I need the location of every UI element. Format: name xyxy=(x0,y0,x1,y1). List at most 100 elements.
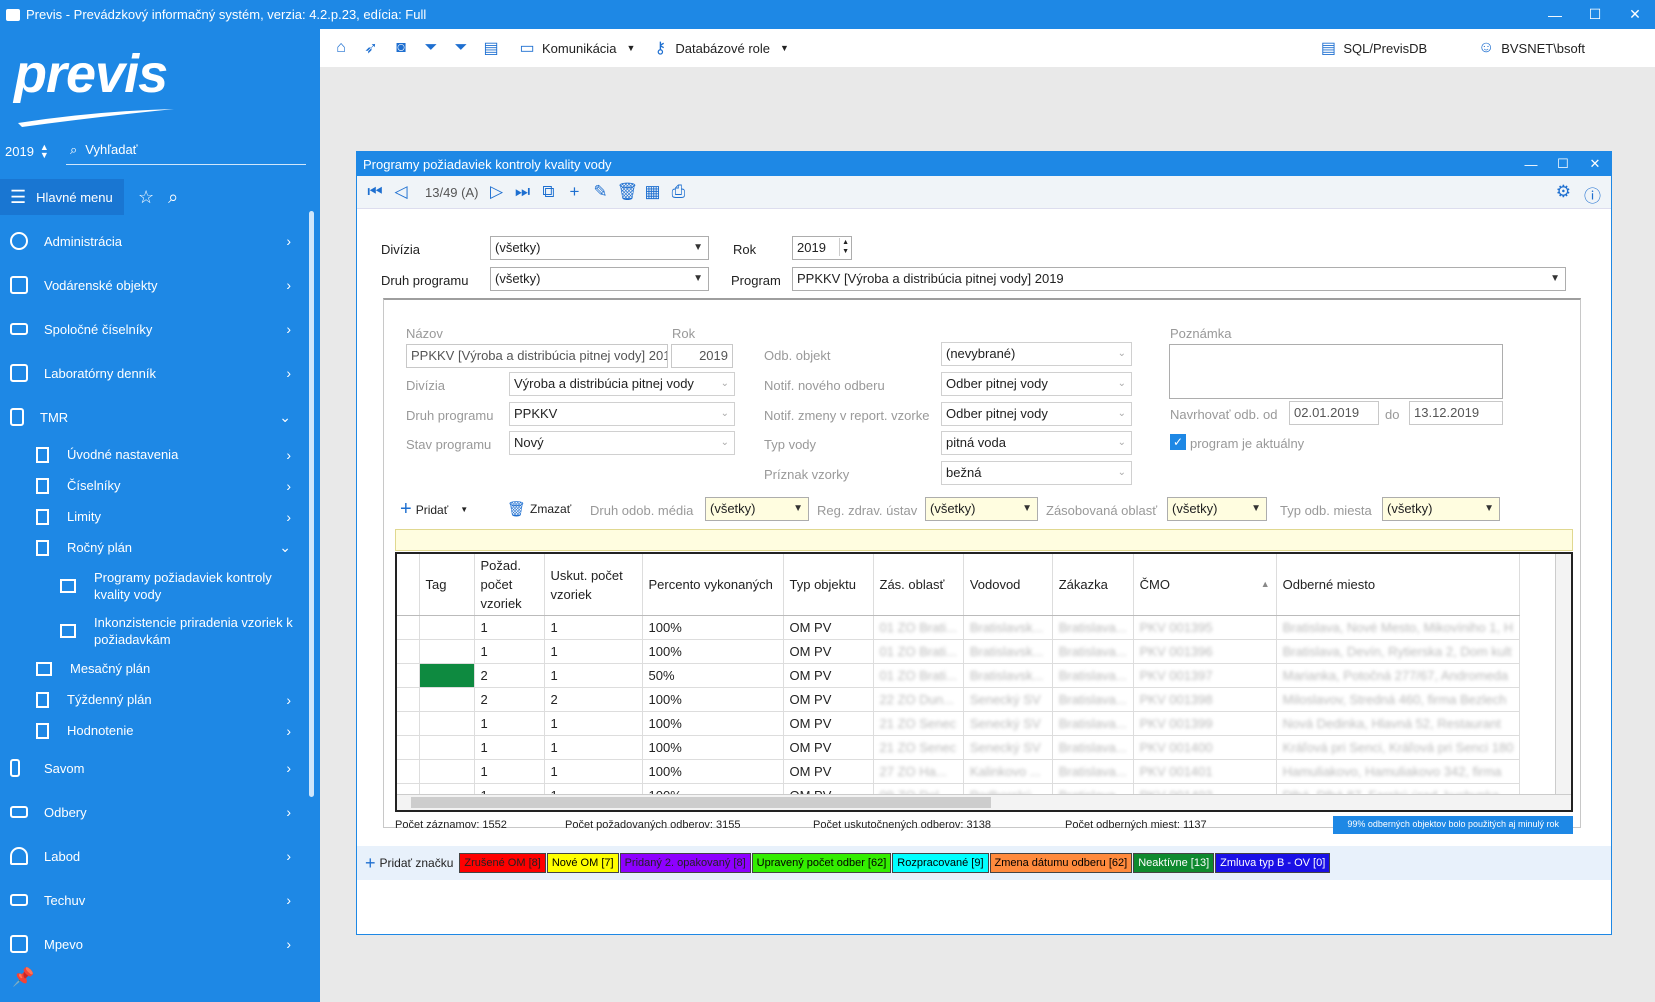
cell-tag[interactable] xyxy=(419,711,475,736)
database-name[interactable]: SQL/PrevisDB xyxy=(1343,41,1427,56)
close-button[interactable]: ✕ xyxy=(1615,0,1655,29)
cell-tag[interactable] xyxy=(419,759,475,784)
cell-cmo[interactable]: PKV 001396 xyxy=(1133,639,1277,664)
child-close-button[interactable]: ✕ xyxy=(1579,152,1611,176)
cell-cmo[interactable]: PKV 001399 xyxy=(1133,711,1277,736)
cell-zas[interactable]: 21 ZO Senec xyxy=(873,711,964,736)
favorites-star-icon[interactable]: ☆ xyxy=(138,187,154,208)
rocket-icon[interactable]: ➶ xyxy=(362,38,380,58)
sidebar-item-hodnotenie[interactable]: Hodnotenie › xyxy=(0,715,305,746)
key-icon[interactable]: ⚷ xyxy=(651,38,669,58)
cell-uskut[interactable]: 1 xyxy=(544,759,643,784)
col-header-vodovod[interactable]: Vodovod xyxy=(963,554,1053,616)
child-maximize-button[interactable]: ☐ xyxy=(1547,152,1579,176)
col-header-zakazka[interactable]: Zákazka xyxy=(1052,554,1134,616)
cell-zak[interactable]: Bratislava... xyxy=(1052,687,1134,712)
cell-zas[interactable]: 01 ZO Brati... xyxy=(873,639,964,664)
cell-uskut[interactable]: 1 xyxy=(544,711,643,736)
row-indicator[interactable] xyxy=(397,735,420,760)
cell-vod[interactable]: Senecký SV xyxy=(963,735,1053,760)
camera-icon[interactable]: ◙ xyxy=(392,39,410,57)
program-select[interactable]: PPKKV [Výroba a distribúcia pitnej vody]… xyxy=(792,267,1566,291)
chevron-down-icon[interactable]: ▼ xyxy=(780,43,789,53)
sidebar-item-mpevo[interactable]: Mpevo › xyxy=(0,922,305,966)
cell-zas[interactable]: 21 ZO Senec xyxy=(873,735,964,760)
spinner-arrows-icon[interactable]: ▲ ▼ xyxy=(839,238,849,256)
cell-tag[interactable] xyxy=(419,615,475,640)
cell-perc[interactable]: 100% xyxy=(642,639,784,664)
grid-vertical-scrollbar[interactable] xyxy=(1555,554,1571,796)
cell-om[interactable]: Kráľová pri Senci, Kráľová pri Senci 180 xyxy=(1276,735,1521,760)
tag-chip[interactable]: Zmluva typ B - OV [0] xyxy=(1215,853,1331,873)
sidebar-scrollbar[interactable] xyxy=(309,211,314,797)
table-row[interactable]: 1 1 100% OM PV 01 ZO Brati... Bratislavsk... B… xyxy=(397,615,1521,640)
cell-om[interactable]: Marianka, Potočná 277/67, Andromeda xyxy=(1276,663,1521,688)
sidebar-item-tyzdenny-plan[interactable]: Týždenný plán › xyxy=(0,684,305,715)
cell-typ[interactable]: OM PV xyxy=(783,711,874,736)
sidebar-item-administracia[interactable]: Administrácia › xyxy=(0,219,305,263)
add-tag-button[interactable]: + Pridať značku xyxy=(365,853,453,874)
sidebar-item-rocny-plan[interactable]: Ročný plán ⌄ xyxy=(0,532,305,563)
divizia-select[interactable]: (všetky) ▼ xyxy=(490,236,709,260)
sidebar-item-tmr[interactable]: TMR ⌄ xyxy=(0,395,305,439)
sidebar-item-vodarenske-objekty[interactable]: Vodárenské objekty › xyxy=(0,263,305,307)
print-icon[interactable]: ⎙ xyxy=(668,182,688,202)
cell-pozad[interactable]: 1 xyxy=(474,759,545,784)
cell-uskut[interactable]: 1 xyxy=(544,615,643,640)
table-row[interactable]: 2 2 100% OM PV 22 ZO Dun... Senecký SV Bratisl… xyxy=(397,687,1521,712)
navrhovat-od-field[interactable]: 02.01.2019 xyxy=(1289,401,1379,425)
scroll-thumb[interactable] xyxy=(411,797,991,808)
row-indicator[interactable] xyxy=(397,615,420,640)
cell-tag[interactable] xyxy=(419,735,475,760)
cell-perc[interactable]: 100% xyxy=(642,735,784,760)
cell-om[interactable]: Bratislava, Nové Mesto, Mikovíniho 1, H xyxy=(1276,615,1521,640)
year-spinner[interactable]: 2019 ▲ ▼ xyxy=(5,143,49,160)
druh-detail-select[interactable]: PPKKV ⌄ xyxy=(509,402,735,426)
col-header-tag[interactable]: Tag xyxy=(419,554,475,616)
sidebar-item-labod[interactable]: Labod › xyxy=(0,834,305,878)
cell-pozad[interactable]: 1 xyxy=(474,711,545,736)
priznak-select[interactable]: bežná ⌄ xyxy=(941,461,1132,485)
search-icon[interactable]: ⌕ xyxy=(168,187,178,208)
cell-tag[interactable] xyxy=(419,687,475,712)
grid-horizontal-scrollbar[interactable] xyxy=(397,794,1571,810)
zmazat-button[interactable]: 🗑 Zmazať xyxy=(507,500,571,518)
table-row[interactable]: 1 1 100% OM PV 21 ZO Senec Senecký SV Bratisla… xyxy=(397,735,1521,760)
poznamka-textarea[interactable] xyxy=(1169,344,1503,399)
grid-filter-row[interactable] xyxy=(395,529,1573,551)
chevron-down-icon[interactable]: ▼ xyxy=(460,505,468,514)
row-indicator[interactable] xyxy=(397,687,420,712)
navrhovat-do-field[interactable]: 13.12.2019 xyxy=(1409,401,1503,425)
cell-uskut[interactable]: 1 xyxy=(544,735,643,760)
chevron-down-icon[interactable]: ▼ xyxy=(626,43,635,53)
cell-uskut[interactable]: 1 xyxy=(544,663,643,688)
cell-om[interactable]: Bratislava, Devín, Rytierska 2, Dom kult xyxy=(1276,639,1521,664)
sidebar-item-ciselniky[interactable]: Číselníky › xyxy=(0,470,305,501)
cell-perc[interactable]: 100% xyxy=(642,711,784,736)
row-indicator[interactable] xyxy=(397,759,420,784)
prev-record-icon[interactable]: ◁ xyxy=(391,182,411,202)
sidebar-item-odbery[interactable]: Odbery › xyxy=(0,790,305,834)
form-icon[interactable]: ▤ xyxy=(482,38,500,58)
stav-select[interactable]: Nový ⌄ xyxy=(509,431,735,455)
col-header-typ[interactable]: Typ objektu xyxy=(783,554,874,616)
sidebar-item-laboratorny-dennik[interactable]: Laboratórny denník › xyxy=(0,351,305,395)
cell-zak[interactable]: Bratislava... xyxy=(1052,735,1134,760)
cell-cmo[interactable]: PKV 001398 xyxy=(1133,687,1277,712)
odb-objekt-select[interactable]: (nevybrané) ⌄ xyxy=(941,342,1132,366)
sidebar-item-inkonzistencie[interactable]: Inkonzistencie priradenia vzoriek k poži… xyxy=(0,608,305,653)
pin-icon[interactable]: 📌 xyxy=(12,967,34,988)
druh-media-select[interactable]: (všetky) ▼ xyxy=(705,497,809,521)
filter-icon[interactable]: ⏷ xyxy=(422,39,440,57)
cell-om[interactable]: Miloslavov, Stredná 460, firma Bezlech xyxy=(1276,687,1521,712)
cell-uskut[interactable]: 2 xyxy=(544,687,643,712)
add-icon[interactable]: + xyxy=(564,182,584,202)
help-icon[interactable]: ⓘ xyxy=(1584,182,1601,207)
tag-chip[interactable]: Zrušené OM [8] xyxy=(459,853,546,873)
cell-vod[interactable]: Bratislavsk... xyxy=(963,663,1053,688)
cell-zak[interactable]: Bratislava... xyxy=(1052,615,1134,640)
cell-zas[interactable]: 22 ZO Dun... xyxy=(873,687,964,712)
col-header-uskut[interactable]: Uskut. počet vzoriek xyxy=(544,554,643,616)
cell-typ[interactable]: OM PV xyxy=(783,687,874,712)
cell-cmo[interactable]: PKV 001401 xyxy=(1133,759,1277,784)
